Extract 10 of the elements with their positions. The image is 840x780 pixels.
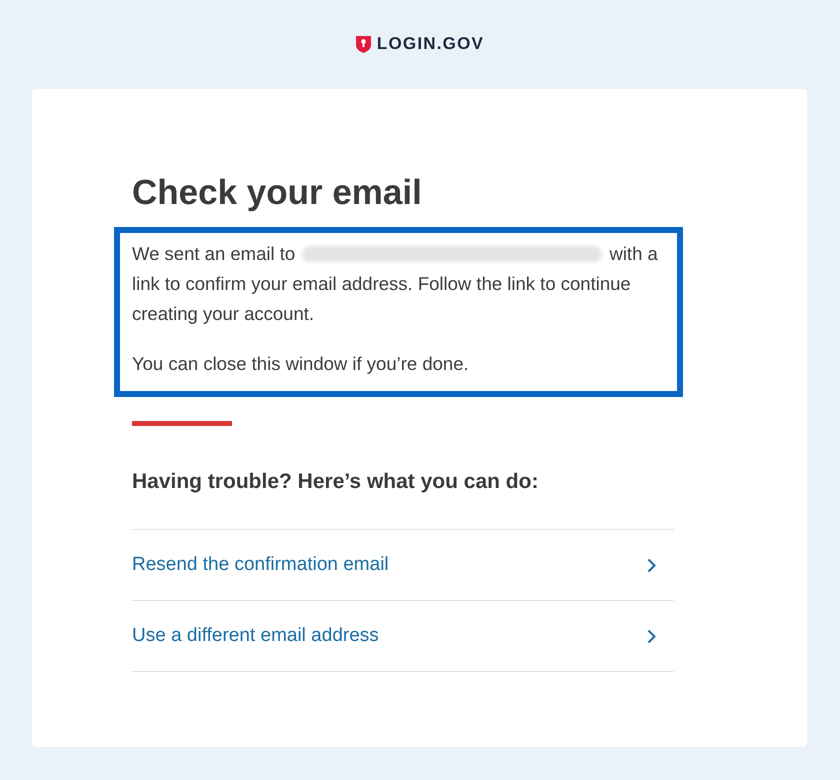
option-link[interactable]: Use a different email address [132, 600, 674, 672]
note-text: You can close this window if you’re done. [132, 352, 470, 376]
shield-icon [356, 35, 371, 53]
page-heading: Check your email [132, 173, 423, 213]
chevron-icon [647, 628, 656, 644]
option-link[interactable]: Resend the confirmation email [132, 529, 674, 600]
chevron-icon [647, 558, 656, 572]
logo-text: LOGIN.GOV [376, 34, 484, 54]
section-heading: Having trouble? Here’s what you can do: [132, 470, 540, 494]
message-text: We sent an email to with a link to confirm your email address. Follow the link to continue creating your account. [132, 242, 659, 326]
